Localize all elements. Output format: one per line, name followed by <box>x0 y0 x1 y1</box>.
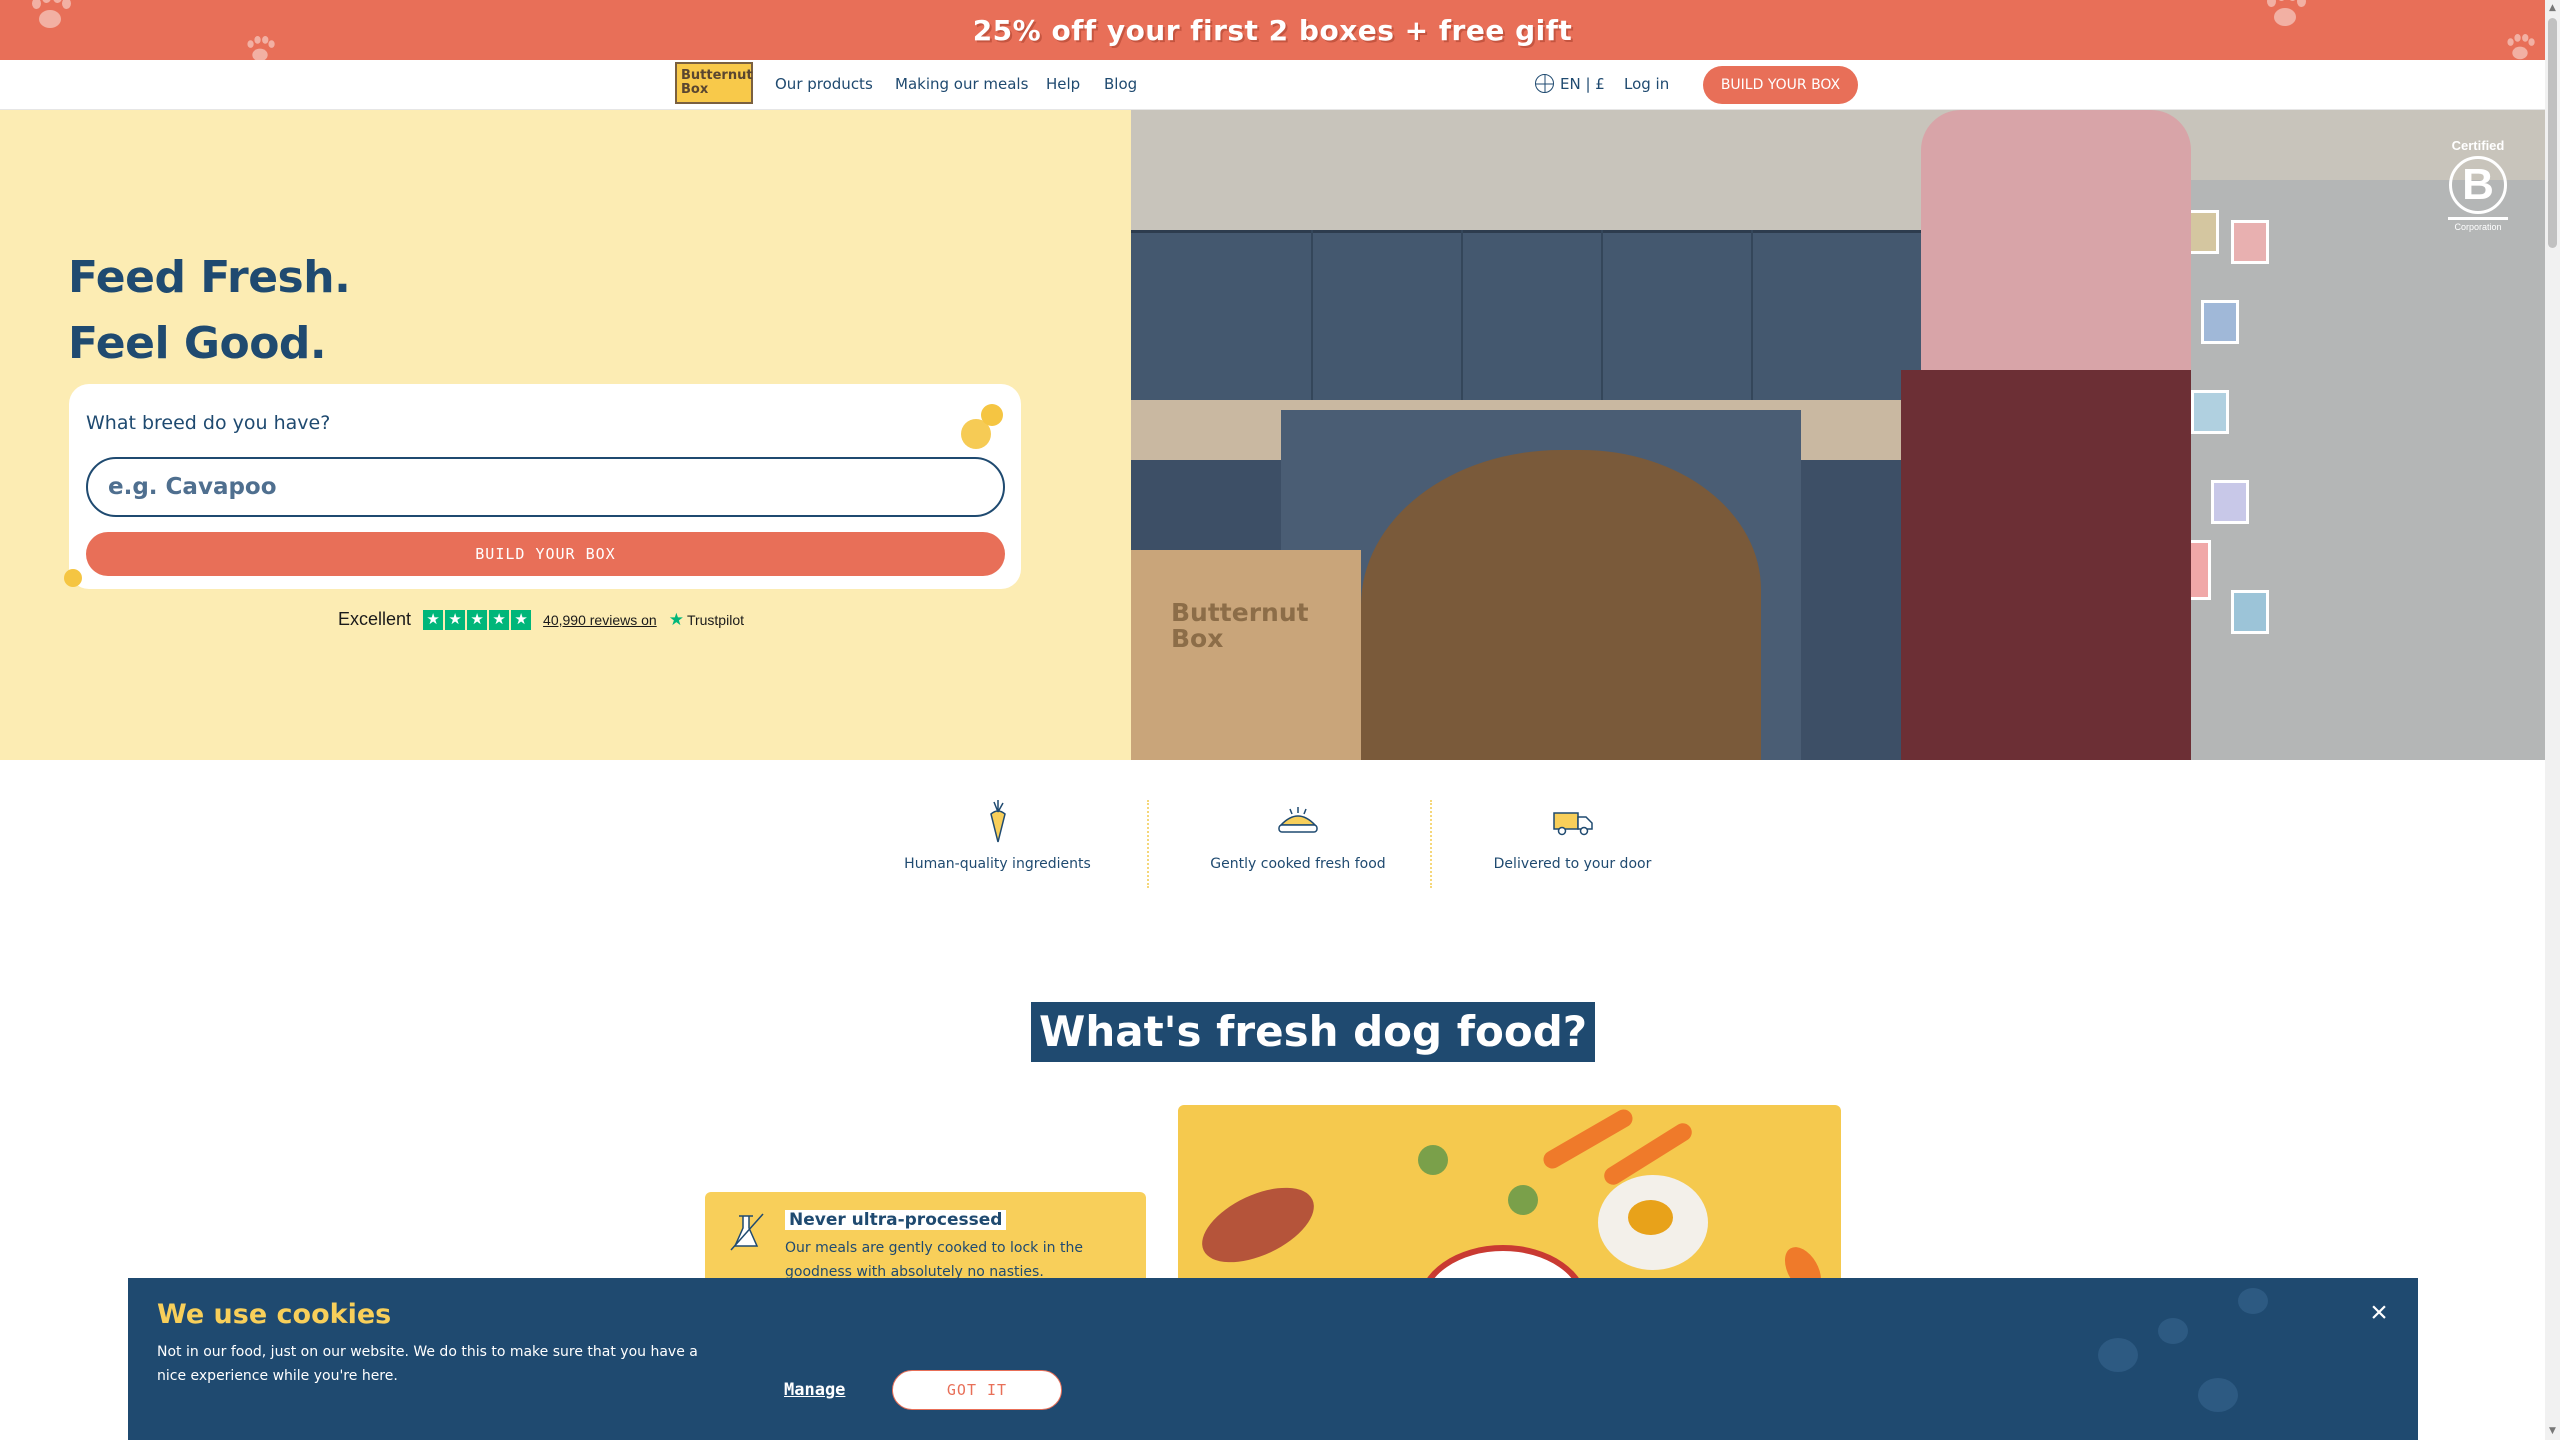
sun-decoration-icon <box>961 419 991 449</box>
kitchen-upper-cabinets <box>1131 230 1951 400</box>
feature-divider <box>1430 800 1432 888</box>
trustpilot-brand-label: Trustpilot <box>686 611 744 628</box>
paw-print-icon <box>2238 1288 2268 1314</box>
scrollbar-thumb[interactable] <box>2548 18 2557 248</box>
carrot-icon <box>880 800 1115 844</box>
butternut-box-logo[interactable]: Butternut Box <box>675 62 753 104</box>
feature-label: Gently cooked fresh food <box>1210 856 1386 872</box>
trustpilot-widget[interactable]: Excellent ★ ★ ★ ★ ★ 40,990 reviews on ★ … <box>338 609 744 630</box>
nav-link-help[interactable]: Help <box>1046 75 1080 93</box>
breed-build-box-button[interactable]: BUILD YOUR BOX <box>86 532 1005 576</box>
hero-image: Butternut Box Certified B Corporation <box>1131 110 2545 760</box>
star-icon: ★ <box>423 609 444 630</box>
fact-body: Our meals are gently cooked to lock in t… <box>785 1240 1083 1280</box>
star-icon: ★ <box>489 609 510 630</box>
paw-print-icon <box>2265 0 2306 30</box>
feature-label: Human-quality ingredients <box>904 856 1091 872</box>
nav-link-making-our-meals[interactable]: Making our meals <box>895 75 1028 93</box>
feature-gently-cooked: Gently cooked fresh food <box>1178 800 1418 890</box>
broccoli <box>1508 1185 1538 1215</box>
box-brand-text: Butternut Box <box>1171 598 1309 653</box>
sun-decoration-icon <box>64 569 82 587</box>
promo-text[interactable]: 25% off your first 2 boxes + free gift <box>973 14 1573 47</box>
language-label: EN | £ <box>1560 74 1605 93</box>
trustpilot-reviews-link[interactable]: 40,990 reviews on <box>543 612 657 628</box>
section-title: What's fresh dog food? <box>1031 1002 1596 1062</box>
trustpilot-star-icon: ★ <box>668 609 684 629</box>
paw-print-icon <box>30 0 71 32</box>
turmeric <box>1628 1200 1673 1235</box>
feature-human-quality: Human-quality ingredients <box>880 800 1115 890</box>
promo-banner[interactable]: 25% off your first 2 boxes + free gift <box>0 0 2545 60</box>
breed-form-card: What breed do you have? BUILD YOUR BOX <box>64 384 1021 589</box>
sweet-potato <box>1190 1172 1326 1278</box>
no-processing-icon <box>729 1212 765 1252</box>
trustpilot-brand: ★ Trustpilot <box>669 610 744 630</box>
hero-title-line2: Feel Good. <box>68 318 327 369</box>
language-selector[interactable]: EN | £ <box>1535 74 1605 93</box>
paw-print-icon <box>2506 34 2535 60</box>
food-bowl-icon <box>1178 800 1418 844</box>
hero-title-line1: Feed Fresh. <box>68 252 351 303</box>
page-scrollbar[interactable]: ▲ ▼ <box>2545 0 2560 1440</box>
paw-print-icon <box>246 36 275 60</box>
trustpilot-rating-text: Excellent <box>338 609 412 629</box>
cookie-title: We use cookies <box>157 1299 392 1330</box>
bcorp-certified-label: Certified <box>2451 138 2505 153</box>
bcorp-badge: Certified B Corporation <box>2442 138 2514 232</box>
feature-label: Delivered to your door <box>1493 856 1652 872</box>
globe-icon <box>1535 74 1554 93</box>
dog <box>1361 450 1761 760</box>
paw-print-icon <box>2098 1338 2138 1372</box>
scroll-up-arrow-icon[interactable]: ▲ <box>2548 3 2557 13</box>
hero-title: Feed Fresh. Feel Good. <box>68 245 351 377</box>
close-icon[interactable]: × <box>2366 1298 2392 1328</box>
bcorp-corporation-label: Corporation <box>2454 222 2502 232</box>
star-icon: ★ <box>445 609 466 630</box>
paw-print-icon <box>2198 1378 2238 1412</box>
main-nav: Butternut Box Our products Making our me… <box>0 60 2545 110</box>
feature-divider <box>1147 800 1149 888</box>
broccoli <box>1418 1145 1448 1175</box>
nav-link-blog[interactable]: Blog <box>1104 75 1137 93</box>
cookie-accept-button[interactable]: GOT IT <box>892 1370 1062 1410</box>
fact-title: Never ultra-processed <box>785 1210 1007 1230</box>
cookie-body: Not in our food, just on our website. We… <box>157 1344 698 1384</box>
person-trousers <box>1901 370 2191 760</box>
person-jacket <box>1921 110 2191 380</box>
cookie-manage-button[interactable]: Manage <box>784 1380 845 1400</box>
breed-input[interactable] <box>86 457 1005 517</box>
delivery-van-icon <box>1460 800 1685 844</box>
build-your-box-button[interactable]: BUILD YOUR BOX <box>1703 66 1858 104</box>
cookie-banner: We use cookies Not in our food, just on … <box>128 1278 2418 1440</box>
login-link[interactable]: Log in <box>1624 75 1669 93</box>
star-icon: ★ <box>511 609 532 630</box>
nav-link-our-products[interactable]: Our products <box>775 75 873 93</box>
breed-label: What breed do you have? <box>86 412 331 434</box>
feature-delivered: Delivered to your door <box>1460 800 1685 890</box>
paw-print-icon <box>2158 1318 2188 1344</box>
star-icon: ★ <box>467 609 488 630</box>
butternut-delivery-box: Butternut Box <box>1131 550 1361 760</box>
trustpilot-stars: ★ ★ ★ ★ ★ <box>423 609 532 630</box>
bcorp-b-logo: B <box>2449 156 2507 214</box>
scroll-down-arrow-icon[interactable]: ▼ <box>2548 1426 2557 1436</box>
features-strip: Human-quality ingredients Gently cooked … <box>880 800 1680 890</box>
